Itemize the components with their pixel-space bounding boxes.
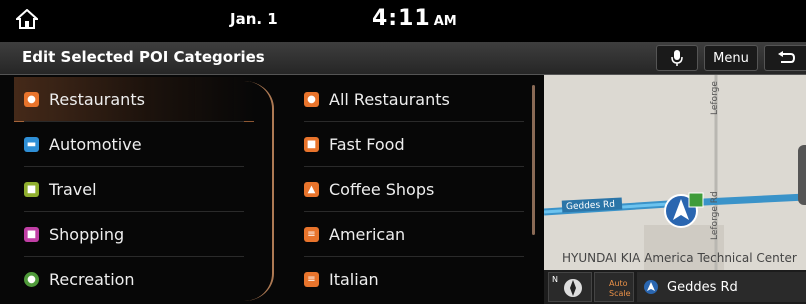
status-bar: Jan. 1 4:11 AM [0, 0, 806, 42]
subcategory-label: Fast Food [329, 134, 405, 154]
category-label: Restaurants [49, 89, 145, 109]
poi-list-panel: ● Restaurants ▬ Automotive ■ Travel ■ Sh… [0, 75, 544, 304]
place-label: HYUNDAI KIA America Technical Center [562, 251, 797, 265]
subcategory-label: All Restaurants [329, 89, 450, 109]
category-item-shopping[interactable]: ■ Shopping [14, 212, 254, 256]
subcategory-label: Italian [329, 269, 379, 289]
subcategory-label: American [329, 224, 406, 244]
subcategory-item-italian[interactable]: ≡ Italian [294, 257, 534, 301]
subcategory-item-all-restaurants[interactable]: ● All Restaurants [294, 77, 534, 121]
navigation-arrow-icon [644, 280, 658, 294]
car-icon: ▬ [24, 136, 39, 152]
restaurant-icon: ● [24, 91, 39, 107]
subcategory-item-coffee-shops[interactable]: ▲ Coffee Shops [294, 167, 534, 211]
clock: 4:11 AM [372, 6, 457, 31]
category-label: Shopping [49, 224, 125, 244]
column-divider [244, 81, 274, 301]
category-item-restaurants[interactable]: ● Restaurants [14, 77, 254, 122]
auto-scale-button[interactable]: Auto Scale [594, 272, 634, 302]
clock-ampm: AM [433, 14, 457, 29]
title-bar: Edit Selected POI Categories Menu [0, 42, 806, 75]
subcategory-item-fast-food[interactable]: ■ Fast Food [294, 122, 534, 166]
coffee-icon: ▲ [304, 181, 319, 197]
compass-north-label: N [552, 275, 558, 284]
street-label-leforge: Leforge [710, 81, 720, 115]
map-view[interactable]: Geddes Rd Leforge Rd Leforge HYUNDAI KIA… [544, 75, 806, 304]
menu-button[interactable]: Menu [704, 45, 758, 71]
italian-food-icon: ≡ [304, 271, 319, 287]
american-food-icon: ≡ [304, 226, 319, 242]
subcategory-list: ● All Restaurants ■ Fast Food ▲ Coffee S… [280, 75, 542, 304]
recreation-icon: ● [24, 271, 39, 287]
compass-icon [564, 279, 582, 297]
voice-button[interactable] [656, 45, 698, 71]
auto-scale-label-2: Scale [609, 289, 631, 298]
gift-icon: ■ [24, 226, 39, 242]
map-bottom-bar: N Auto Scale Geddes Rd [544, 270, 806, 304]
fast-food-icon: ■ [304, 136, 319, 152]
current-road-indicator: Geddes Rd [637, 272, 806, 302]
microphone-icon [671, 50, 683, 66]
clock-time: 4:11 [372, 6, 431, 31]
luggage-icon: ■ [24, 181, 39, 197]
category-item-recreation[interactable]: ● Recreation [14, 257, 254, 301]
page-title: Edit Selected POI Categories [22, 48, 265, 66]
home-icon[interactable] [16, 9, 38, 29]
list-scrollbar[interactable] [532, 85, 535, 235]
auto-scale-label-1: Auto [609, 279, 628, 288]
street-label-leforge-rd: Leforge Rd [710, 191, 720, 240]
subcategory-item-american[interactable]: ≡ American [294, 212, 534, 256]
category-label: Travel [49, 179, 97, 199]
current-road-name: Geddes Rd [667, 279, 738, 295]
subcategory-label: Coffee Shops [329, 179, 435, 199]
compass-button[interactable]: N [548, 272, 592, 302]
category-label: Automotive [49, 134, 142, 154]
restaurant-icon: ● [304, 91, 319, 107]
back-arrow-icon [777, 51, 795, 63]
back-button[interactable] [764, 45, 806, 71]
date-label: Jan. 1 [230, 10, 278, 28]
category-item-travel[interactable]: ■ Travel [14, 167, 254, 211]
map-side-handle[interactable] [798, 145, 806, 205]
category-list: ● Restaurants ▬ Automotive ■ Travel ■ Sh… [0, 75, 262, 304]
category-label: Recreation [49, 269, 135, 289]
category-item-automotive[interactable]: ▬ Automotive [14, 122, 254, 166]
